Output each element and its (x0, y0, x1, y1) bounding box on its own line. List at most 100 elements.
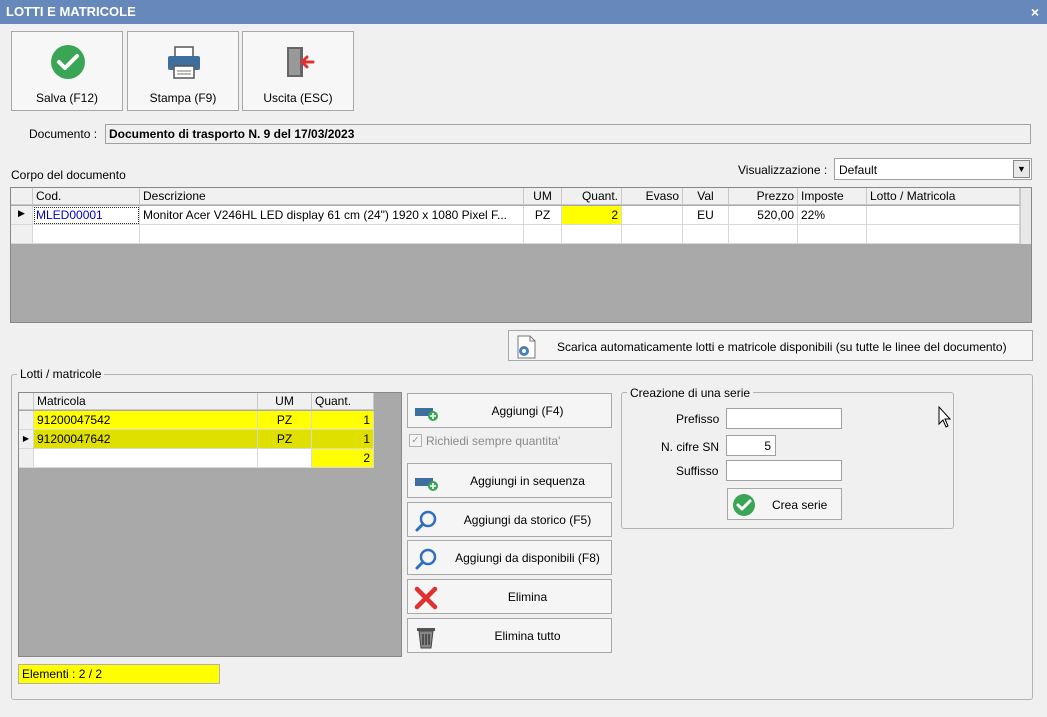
richiedi-quantita-label: Richiedi sempre quantita' (426, 434, 561, 448)
cell-empty[interactable] (867, 225, 1020, 244)
add-sequence-label: Aggiungi in sequenza (470, 473, 585, 488)
add-sequence-button[interactable]: Aggiungi in sequenza (407, 463, 612, 498)
documento-field: Documento di trasporto N. 9 del 17/03/20… (105, 124, 1031, 144)
elementi-counter: Elementi : 2 / 2 (18, 664, 220, 684)
exit-door-icon (287, 47, 315, 77)
cell-matricola[interactable]: 91200047542 (34, 411, 258, 430)
delete-label: Elimina (507, 589, 548, 604)
cell-empty[interactable] (562, 225, 622, 244)
col-header-um[interactable]: UM (258, 393, 312, 410)
print-label: Stampa (F9) (149, 91, 217, 105)
cell-quant[interactable]: 2 (562, 206, 622, 225)
row-indicator (11, 225, 33, 244)
cell-prezzo[interactable]: 520,00 (729, 206, 798, 225)
cell-total-quant: 2 (312, 449, 374, 468)
exit-label: Uscita (ESC) (263, 91, 333, 105)
visualizzazione-label: Visualizzazione : (738, 163, 828, 177)
prefisso-input[interactable] (726, 408, 842, 429)
cell-empty[interactable] (729, 225, 798, 244)
suffisso-input[interactable] (726, 460, 842, 481)
cell-empty[interactable] (34, 449, 258, 468)
col-header-um[interactable]: UM (524, 188, 562, 205)
col-header-quant[interactable]: Quant. (312, 393, 374, 410)
cell-evaso[interactable] (622, 206, 683, 225)
mouse-cursor-icon (938, 406, 952, 428)
col-header-lotto[interactable]: Lotto / Matricola (867, 188, 1020, 205)
cell-quant[interactable]: 1 (312, 411, 374, 430)
check-icon (51, 45, 85, 79)
cell-empty[interactable] (798, 225, 867, 244)
add-button[interactable]: Aggiungi (F4) (407, 393, 612, 428)
magnifier-icon (415, 548, 437, 570)
lotti-group-title: Lotti / matricole (17, 367, 105, 381)
serie-group-title: Creazione di una serie (627, 386, 754, 400)
cell-empty[interactable] (524, 225, 562, 244)
delete-button[interactable]: Elimina (407, 579, 612, 614)
chevron-down-icon[interactable]: ▼ (1013, 160, 1030, 178)
document-gear-icon (517, 335, 536, 359)
col-header-evaso[interactable]: Evaso (622, 188, 683, 205)
col-header-cod[interactable]: Cod. (33, 188, 140, 205)
cell-descrizione[interactable]: Monitor Acer V246HL LED display 61 cm (2… (140, 206, 524, 225)
auto-load-label: Scarica automaticamente lotti e matricol… (557, 340, 1007, 354)
crea-serie-label: Crea serie (772, 498, 828, 512)
add-from-available-button[interactable]: Aggiungi da disponibili (F8) (407, 540, 612, 575)
delete-all-button[interactable]: Elimina tutto (407, 618, 612, 653)
row-indicator-header (19, 393, 34, 410)
cell-imposte[interactable]: 22% (798, 206, 867, 225)
documento-label: Documento : (29, 127, 98, 141)
add-row-icon (415, 478, 438, 491)
document-lines-grid: Cod. Descrizione UM Quant. Evaso Val Pre… (10, 187, 1032, 323)
cell-empty[interactable] (33, 225, 140, 244)
checkbox-check-icon: ✓ (409, 434, 422, 447)
delete-all-label: Elimina tutto (494, 628, 561, 643)
cell-empty[interactable] (683, 225, 729, 244)
col-header-prezzo[interactable]: Prezzo (729, 188, 798, 205)
trash-icon (417, 628, 435, 649)
cell-empty[interactable] (622, 225, 683, 244)
row-indicator-header (11, 188, 33, 205)
col-header-val[interactable]: Val (683, 188, 729, 205)
magnifier-icon (415, 510, 437, 532)
cifre-sn-input[interactable] (726, 435, 776, 456)
exit-button[interactable]: Uscita (ESC) (242, 31, 354, 111)
vertical-scrollbar[interactable] (1020, 188, 1031, 244)
row-pointer-icon: ▶ (19, 430, 34, 449)
auto-load-button[interactable]: Scarica automaticamente lotti e matricol… (508, 330, 1033, 361)
cell-um[interactable]: PZ (524, 206, 562, 225)
row-indicator (19, 411, 34, 430)
col-header-descrizione[interactable]: Descrizione (140, 188, 524, 205)
corpo-label: Corpo del documento (11, 168, 126, 182)
suffisso-label: Suffisso (676, 464, 719, 478)
cell-lotto[interactable] (867, 206, 1020, 225)
cell-quant[interactable]: 1 (312, 430, 374, 449)
cell-val[interactable]: EU (683, 206, 729, 225)
cell-cod[interactable]: MLED00001 (33, 206, 140, 225)
row-pointer-icon: ▶ (11, 206, 33, 225)
crea-serie-button[interactable]: Crea serie (727, 488, 842, 520)
cell-empty[interactable] (140, 225, 524, 244)
cell-empty[interactable] (258, 449, 312, 468)
save-button[interactable]: Salva (F12) (11, 31, 123, 111)
visualizzazione-value: Default (839, 163, 878, 177)
close-icon[interactable]: × (1031, 0, 1039, 24)
add-from-history-label: Aggiungi da storico (F5) (463, 512, 592, 527)
cifre-sn-label: N. cifre SN (661, 440, 720, 454)
title-bar: LOTTI E MATRICOLE × (0, 0, 1047, 24)
visualizzazione-select[interactable]: Default ▼ (834, 158, 1032, 180)
col-header-quant[interactable]: Quant. (562, 188, 622, 205)
check-icon (733, 494, 755, 516)
print-button[interactable]: Stampa (F9) (127, 31, 239, 111)
col-header-imposte[interactable]: Imposte (798, 188, 867, 205)
prefisso-label: Prefisso (676, 412, 720, 426)
cell-um[interactable]: PZ (258, 430, 312, 449)
save-label: Salva (F12) (35, 91, 99, 105)
cell-um[interactable]: PZ (258, 411, 312, 430)
col-header-matricola[interactable]: Matricola (34, 393, 258, 410)
printer-icon (168, 46, 200, 79)
add-from-history-button[interactable]: Aggiungi da storico (F5) (407, 502, 612, 537)
row-indicator (19, 449, 34, 468)
add-from-available-label: Aggiungi da disponibili (F8) (455, 550, 600, 565)
lotti-grid: Matricola UM Quant. 91200047542 PZ 1 ▶ 9… (18, 392, 402, 657)
cell-matricola[interactable]: 91200047642 (34, 430, 258, 449)
